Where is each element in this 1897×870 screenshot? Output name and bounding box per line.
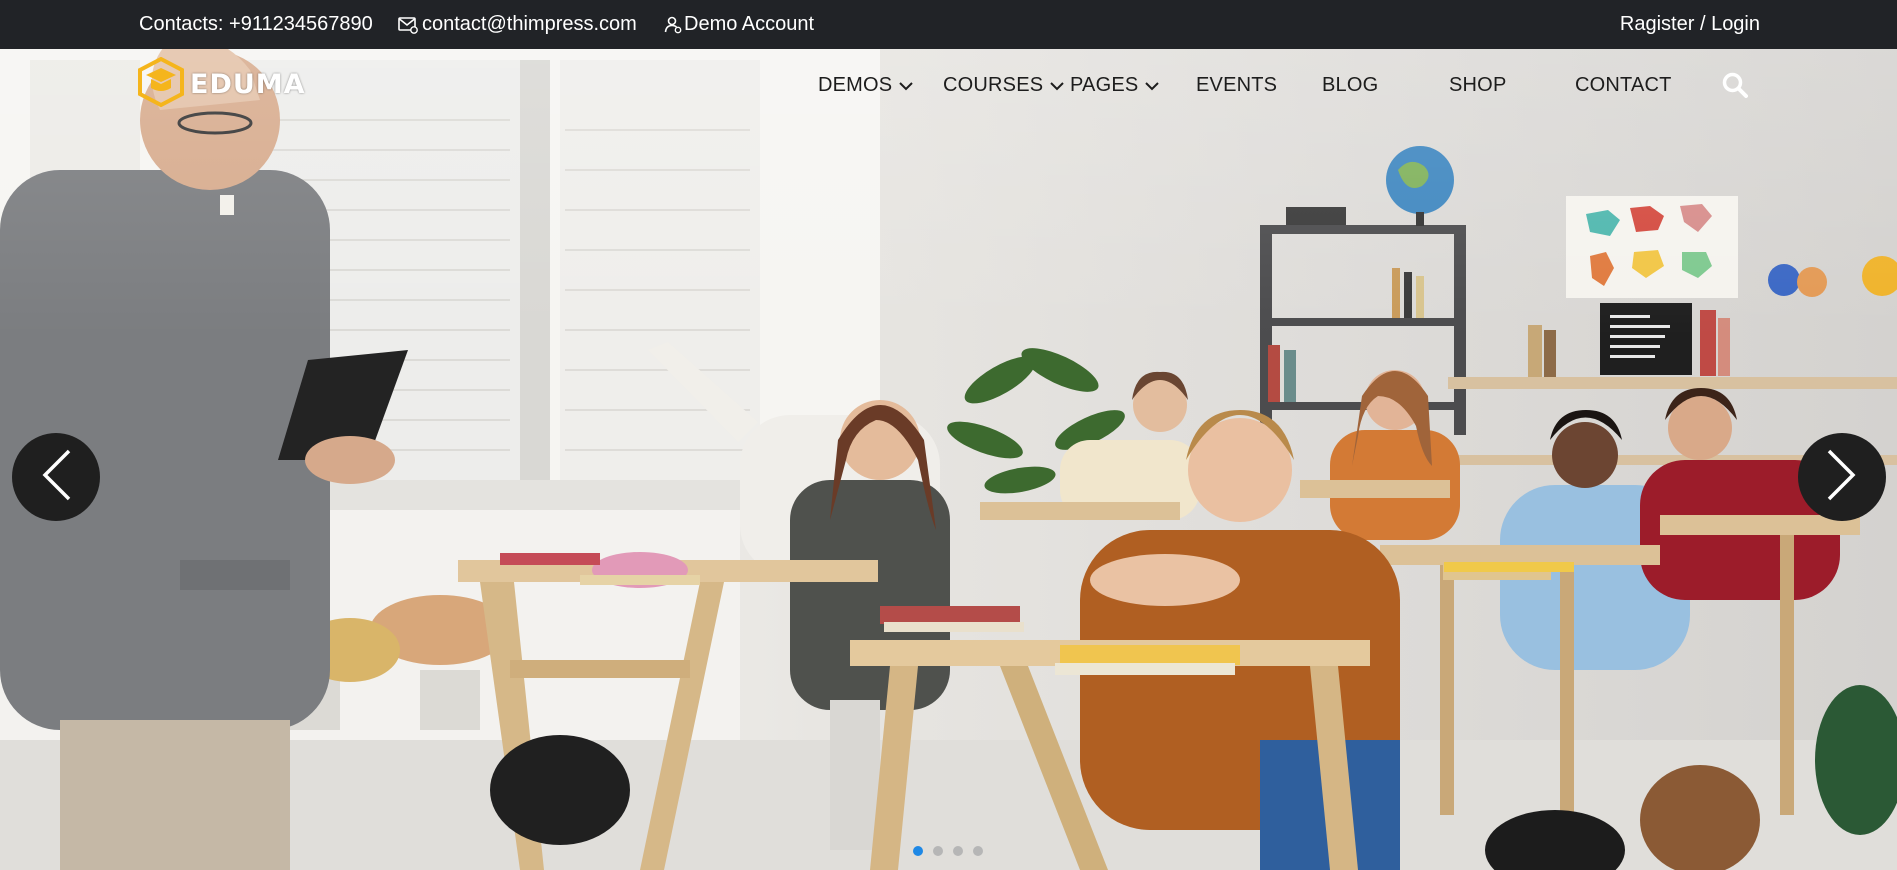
- site-logo[interactable]: EDUMA: [138, 56, 306, 112]
- nav-item-demos[interactable]: DEMOS: [818, 67, 914, 103]
- slider-dot[interactable]: [913, 846, 923, 856]
- slider-prev-button[interactable]: [12, 433, 100, 521]
- slider-dot[interactable]: [933, 846, 943, 856]
- nav-item-label: PAGES: [1070, 73, 1139, 96]
- register-login-text: Ragister / Login: [1619, 13, 1760, 35]
- contacts-phone-text: Contacts: +911234567890: [139, 13, 373, 35]
- slider-pagination: [913, 846, 993, 856]
- slider-next-button[interactable]: [1798, 433, 1886, 521]
- nav-item-label: CONTACT: [1575, 73, 1672, 96]
- nav-item-events[interactable]: EVENTS: [1196, 67, 1277, 103]
- chevron-left-icon: [39, 449, 73, 506]
- chevron-down-icon: [899, 74, 914, 97]
- hero-slider: [0, 49, 1897, 870]
- user-icon: [664, 16, 682, 34]
- contact-email-link[interactable]: contact@thimpress.com: [398, 0, 637, 49]
- register-login-link[interactable]: Ragister / Login: [1620, 0, 1760, 49]
- nav-item-label: SHOP: [1449, 73, 1507, 96]
- nav-item-label: DEMOS: [818, 73, 893, 96]
- top-bar: Contacts: +911234567890 contact@thimpres…: [0, 0, 1897, 49]
- graduation-cap-icon: [138, 56, 184, 112]
- nav-item-blog[interactable]: BLOG: [1322, 67, 1378, 103]
- logo-text: EDUMA: [190, 69, 306, 100]
- contact-email-text: contact@thimpress.com: [422, 13, 637, 35]
- nav-item-pages[interactable]: PAGES: [1070, 67, 1160, 103]
- nav-item-contact[interactable]: CONTACT: [1575, 67, 1672, 103]
- chevron-down-icon: [1145, 74, 1160, 97]
- demo-account-text: Demo Account: [684, 13, 815, 35]
- nav-item-label: EVENTS: [1196, 73, 1278, 96]
- chevron-right-icon: [1825, 449, 1859, 506]
- slider-dot[interactable]: [953, 846, 963, 856]
- chevron-down-icon: [1050, 74, 1065, 97]
- nav-item-label: BLOG: [1322, 73, 1379, 96]
- demo-account-link[interactable]: Demo Account: [664, 0, 814, 49]
- hero-overlay: [0, 49, 1897, 870]
- envelope-icon: [398, 16, 418, 34]
- slider-dot[interactable]: [973, 846, 983, 856]
- contacts-phone[interactable]: Contacts: +911234567890: [139, 0, 373, 49]
- nav-item-label: COURSES: [943, 73, 1044, 96]
- nav-item-courses[interactable]: COURSES: [943, 67, 1065, 103]
- search-icon[interactable]: [1722, 72, 1748, 98]
- nav-item-shop[interactable]: SHOP: [1449, 67, 1506, 103]
